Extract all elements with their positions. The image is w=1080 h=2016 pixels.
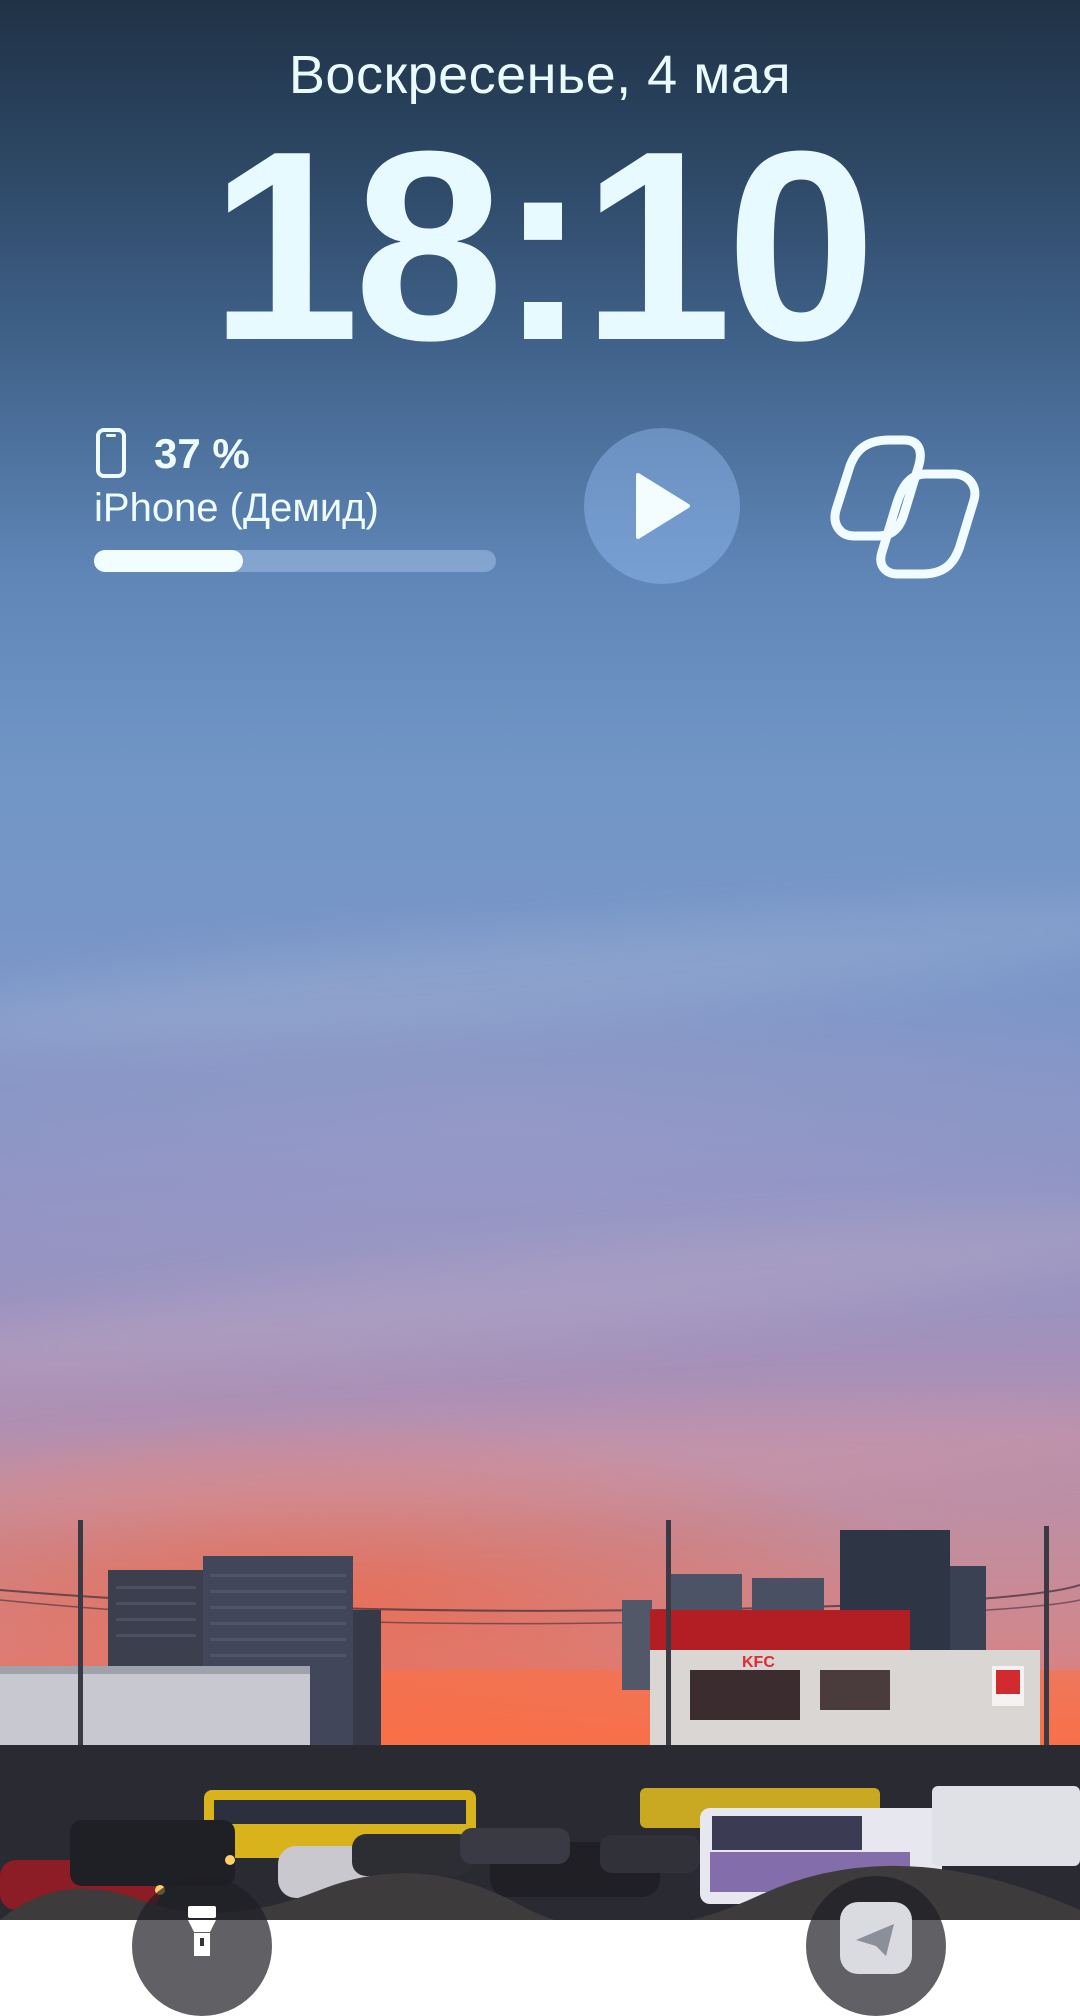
cloud-streak [0, 873, 1080, 1077]
flashlight-button[interactable] [132, 1876, 272, 2016]
play-icon [636, 473, 690, 539]
battery-percent: 37 % [154, 430, 250, 477]
city-skyline: KFC [0, 1520, 1080, 1920]
lockscreen-clock: 18:10 [209, 96, 877, 397]
battery-level-fill [94, 550, 243, 572]
app-shortcut-button[interactable] [806, 1876, 946, 2016]
copilot-logo-icon[interactable] [826, 432, 986, 582]
battery-device-name: iPhone (Демид) [94, 486, 379, 530]
media-play-button[interactable] [584, 428, 740, 584]
kfc-sign: KFC [742, 1654, 775, 1671]
battery-level-bar [94, 550, 496, 572]
flashlight-icon [188, 1906, 216, 1956]
battery-widget[interactable]: 37 % iPhone (Демид) [94, 428, 496, 578]
app-shortcut-icon [840, 1902, 912, 1974]
iphone-outline-icon [96, 428, 126, 478]
cloud-streak [0, 1182, 1080, 1408]
